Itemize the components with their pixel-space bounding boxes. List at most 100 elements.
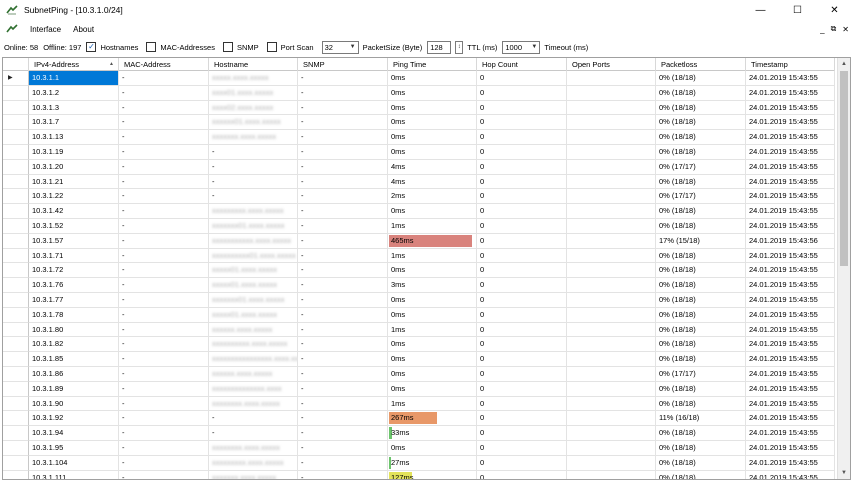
- scroll-up-icon[interactable]: ▲: [838, 58, 850, 70]
- cell-snmp[interactable]: -: [298, 85, 388, 101]
- cell-hostname[interactable]: xxxxxxxxxx01.xxxx.xxxxx: [209, 248, 298, 264]
- cell-snmp[interactable]: -: [298, 411, 388, 427]
- cell-snmp[interactable]: -: [298, 159, 388, 175]
- cell-timestamp[interactable]: 24.01.2019 15:43:55: [746, 204, 835, 219]
- scrollbar-thumb[interactable]: [840, 71, 848, 266]
- cell-hop-count[interactable]: 0: [477, 278, 567, 293]
- cell-ping-time[interactable]: 127ms: [388, 470, 477, 479]
- cell-mac[interactable]: -: [119, 396, 209, 412]
- ttl-stepper[interactable]: ↕: [455, 40, 464, 54]
- cell-ping-time[interactable]: 1ms: [388, 248, 477, 264]
- cell-timestamp[interactable]: 24.01.2019 15:43:55: [746, 381, 835, 397]
- cell-snmp[interactable]: -: [298, 352, 388, 367]
- cell-mac[interactable]: -: [119, 426, 209, 441]
- column-header-ping-time[interactable]: Ping Time: [388, 58, 477, 71]
- cell-open-ports[interactable]: [567, 381, 656, 397]
- cell-packetloss[interactable]: 0% (18/18): [656, 71, 746, 86]
- cell-hop-count[interactable]: 0: [477, 426, 567, 441]
- cell-open-ports[interactable]: [567, 337, 656, 353]
- cell-snmp[interactable]: -: [298, 218, 388, 234]
- cell-hop-count[interactable]: 0: [477, 204, 567, 219]
- row-header[interactable]: [3, 174, 29, 190]
- cell-ipv4[interactable]: 10.3.1.92: [29, 411, 119, 427]
- cell-ping-time[interactable]: 0ms: [388, 352, 477, 367]
- cell-ping-time[interactable]: 4ms: [388, 174, 477, 190]
- cell-mac[interactable]: -: [119, 218, 209, 234]
- cell-hop-count[interactable]: 0: [477, 470, 567, 479]
- row-header[interactable]: [3, 100, 29, 116]
- cell-open-ports[interactable]: [567, 115, 656, 131]
- cell-timestamp[interactable]: 24.01.2019 15:43:55: [746, 455, 835, 471]
- row-header[interactable]: [3, 204, 29, 219]
- row-header[interactable]: [3, 455, 29, 471]
- cell-ping-time[interactable]: 1ms: [388, 322, 477, 338]
- cell-packetloss[interactable]: 0% (18/18): [656, 204, 746, 219]
- packetsize-select[interactable]: 32 ▼: [321, 40, 359, 54]
- cell-open-ports[interactable]: [567, 396, 656, 412]
- cell-hop-count[interactable]: 0: [477, 322, 567, 338]
- cell-ipv4[interactable]: 10.3.1.2: [29, 85, 119, 101]
- cell-ping-time[interactable]: 0ms: [388, 71, 477, 86]
- cell-snmp[interactable]: -: [298, 278, 388, 293]
- cell-ping-time[interactable]: 465ms: [388, 233, 477, 249]
- cell-timestamp[interactable]: 24.01.2019 15:43:55: [746, 396, 835, 412]
- cell-snmp[interactable]: -: [298, 263, 388, 279]
- cell-ipv4[interactable]: 10.3.1.7: [29, 115, 119, 131]
- cell-ipv4[interactable]: 10.3.1.71: [29, 248, 119, 264]
- cell-open-ports[interactable]: [567, 204, 656, 219]
- column-header-ipv4[interactable]: IPv4-Address ▲: [29, 58, 119, 71]
- cell-packetloss[interactable]: 0% (18/18): [656, 144, 746, 160]
- table-row[interactable]: 10.3.1.94 - - - 33ms 0 0% (18/18) 24.01.2019 15…: [3, 426, 835, 441]
- cell-hostname[interactable]: -: [209, 411, 298, 427]
- cell-timestamp[interactable]: 24.01.2019 15:43:55: [746, 85, 835, 101]
- row-header[interactable]: [3, 218, 29, 234]
- cell-packetloss[interactable]: 0% (17/17): [656, 189, 746, 205]
- cell-mac[interactable]: -: [119, 411, 209, 427]
- row-header[interactable]: [3, 307, 29, 323]
- row-header[interactable]: [3, 352, 29, 367]
- cell-ipv4[interactable]: 10.3.1.104: [29, 455, 119, 471]
- cell-snmp[interactable]: -: [298, 470, 388, 479]
- cell-snmp[interactable]: -: [298, 100, 388, 116]
- cell-ping-time[interactable]: 4ms: [388, 159, 477, 175]
- cell-snmp[interactable]: -: [298, 144, 388, 160]
- cell-open-ports[interactable]: [567, 189, 656, 205]
- cell-packetloss[interactable]: 0% (18/18): [656, 322, 746, 338]
- cell-hostname[interactable]: xxxxxxxxxxxxxx.xxxx: [209, 381, 298, 397]
- cell-snmp[interactable]: -: [298, 292, 388, 308]
- cell-snmp[interactable]: -: [298, 233, 388, 249]
- cell-mac[interactable]: -: [119, 115, 209, 131]
- cell-hop-count[interactable]: 0: [477, 263, 567, 279]
- table-row[interactable]: 10.3.1.13 - xxxxxxx.xxxx.xxxxx - 0ms 0 0% (18/…: [3, 130, 835, 145]
- table-row[interactable]: 10.3.1.72 - xxxxx01.xxxx.xxxxx - 0ms 0 0% (18/…: [3, 263, 835, 279]
- cell-hop-count[interactable]: 0: [477, 381, 567, 397]
- cell-ping-time[interactable]: 0ms: [388, 440, 477, 456]
- cell-mac[interactable]: -: [119, 248, 209, 264]
- cell-open-ports[interactable]: [567, 85, 656, 101]
- cell-hostname[interactable]: xxxxxxx01.xxxx.xxxxx: [209, 218, 298, 234]
- cell-open-ports[interactable]: [567, 263, 656, 279]
- cell-open-ports[interactable]: [567, 440, 656, 456]
- cell-ping-time[interactable]: 0ms: [388, 337, 477, 353]
- table-row[interactable]: 10.3.1.2 - xxxx01.xxxx.xxxxx - 0ms 0 0% (18/18…: [3, 85, 835, 101]
- cell-hop-count[interactable]: 0: [477, 366, 567, 382]
- cell-timestamp[interactable]: 24.01.2019 15:43:55: [746, 159, 835, 175]
- cell-timestamp[interactable]: 24.01.2019 15:43:55: [746, 307, 835, 323]
- cell-ipv4[interactable]: 10.3.1.13: [29, 130, 119, 145]
- cell-ping-time[interactable]: 267ms: [388, 411, 477, 427]
- cell-ping-time[interactable]: 1ms: [388, 218, 477, 234]
- cell-hop-count[interactable]: 0: [477, 159, 567, 175]
- cell-hostname[interactable]: xxxx02.xxxx.xxxxx: [209, 100, 298, 116]
- cell-ipv4[interactable]: 10.3.1.21: [29, 174, 119, 190]
- cell-timestamp[interactable]: 24.01.2019 15:43:55: [746, 352, 835, 367]
- column-header-open-ports[interactable]: Open Ports: [567, 58, 656, 71]
- cell-ipv4[interactable]: 10.3.1.85: [29, 352, 119, 367]
- cell-packetloss[interactable]: 0% (18/18): [656, 426, 746, 441]
- cell-open-ports[interactable]: [567, 292, 656, 308]
- table-row[interactable]: 10.3.1.95 - xxxxxxxx.xxxx.xxxxx - 0ms 0 0% (18…: [3, 440, 835, 456]
- cell-hop-count[interactable]: 0: [477, 411, 567, 427]
- mdi-minimize-button[interactable]: _: [820, 25, 824, 34]
- cell-hostname[interactable]: xxxxxxx.xxxx.xxxxx: [209, 130, 298, 145]
- table-row[interactable]: 10.3.1.80 - xxxxxx.xxxx.xxxxx - 1ms 0 0% (18/1…: [3, 322, 835, 338]
- row-header[interactable]: [3, 248, 29, 264]
